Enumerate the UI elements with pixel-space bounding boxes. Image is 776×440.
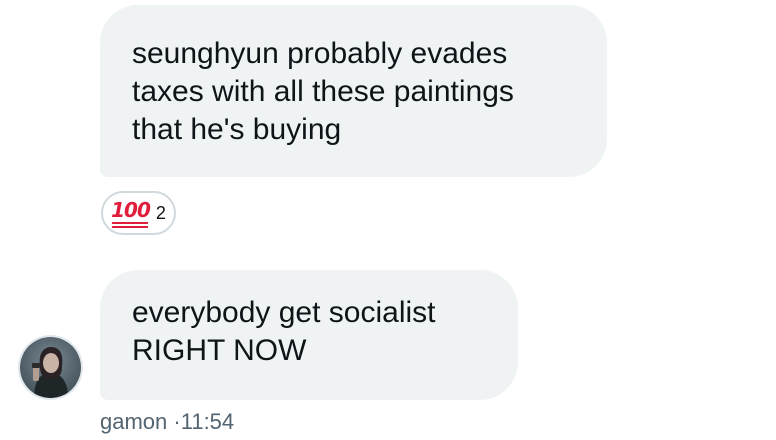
sender-avatar[interactable] bbox=[18, 335, 83, 400]
sender-name: gamon bbox=[100, 409, 168, 434]
meta-separator: · bbox=[173, 409, 181, 434]
avatar-photo-icon bbox=[20, 337, 81, 398]
hundred-points-digits: 100 bbox=[111, 198, 151, 222]
message-text-line: taxes with all these paintings bbox=[132, 75, 514, 108]
message-meta: gamon ·11:54 bbox=[100, 409, 234, 435]
message-text-line: seunghyun probably evades bbox=[132, 37, 508, 70]
message-text-line: RIGHT NOW bbox=[132, 334, 307, 367]
reaction-pill[interactable]: 100 2 bbox=[101, 191, 176, 235]
message-bubble[interactable]: everybody get socialist RIGHT NOW bbox=[100, 270, 518, 400]
timestamp: 11:54 bbox=[180, 409, 235, 434]
dm-conversation: seunghyun probably evades taxes with all… bbox=[0, 0, 776, 440]
message-text-line: that he's buying bbox=[132, 113, 342, 146]
message-bubble[interactable]: seunghyun probably evades taxes with all… bbox=[100, 5, 607, 177]
reaction-count: 2 bbox=[155, 202, 166, 223]
hundred-points-icon: 100 bbox=[111, 198, 151, 228]
message-text-line: everybody get socialist bbox=[132, 296, 436, 329]
